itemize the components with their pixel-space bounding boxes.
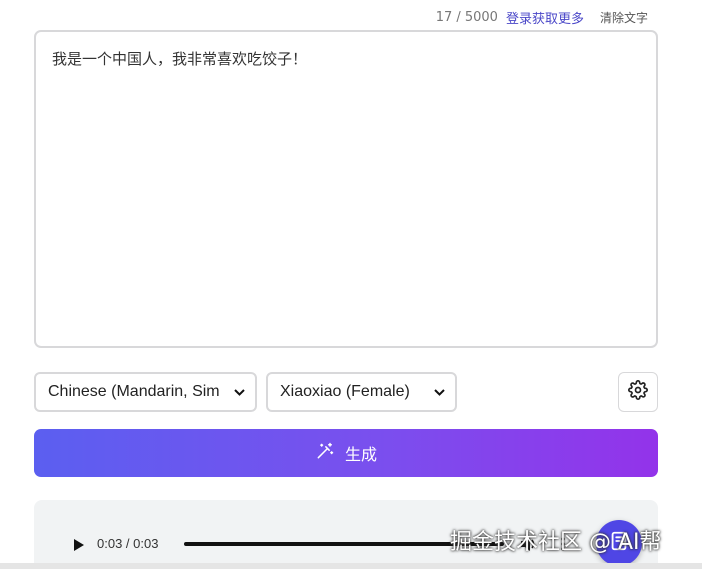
text-input[interactable]	[34, 30, 658, 348]
language-select-value: Chinese (Mandarin, Sim	[48, 383, 220, 400]
chevron-down-icon	[233, 386, 245, 398]
play-button[interactable]	[72, 537, 86, 551]
chevron-down-icon	[433, 386, 445, 398]
top-bar: 17 / 5000 登录获取更多 清除文字	[436, 8, 648, 27]
settings-button[interactable]	[618, 372, 658, 412]
login-link[interactable]: 登录获取更多	[506, 8, 584, 27]
bottom-scroll-edge	[0, 563, 702, 569]
clear-text-button[interactable]: 清除文字	[600, 9, 648, 26]
gear-icon	[628, 380, 648, 404]
playback-time: 0:03 / 0:03	[97, 536, 159, 551]
char-counter: 17 / 5000	[435, 10, 498, 25]
language-select[interactable]: Chinese (Mandarin, Sim	[34, 372, 257, 412]
voice-select[interactable]: Xiaoxiao (Female)	[266, 372, 457, 412]
watermark: 掘金技术社区 @ AI帮	[450, 530, 662, 555]
magic-wand-icon	[315, 441, 335, 465]
voice-select-value: Xiaoxiao (Female)	[280, 383, 410, 400]
generate-label: 生成	[344, 445, 377, 464]
generate-button[interactable]: 生成	[34, 429, 658, 477]
